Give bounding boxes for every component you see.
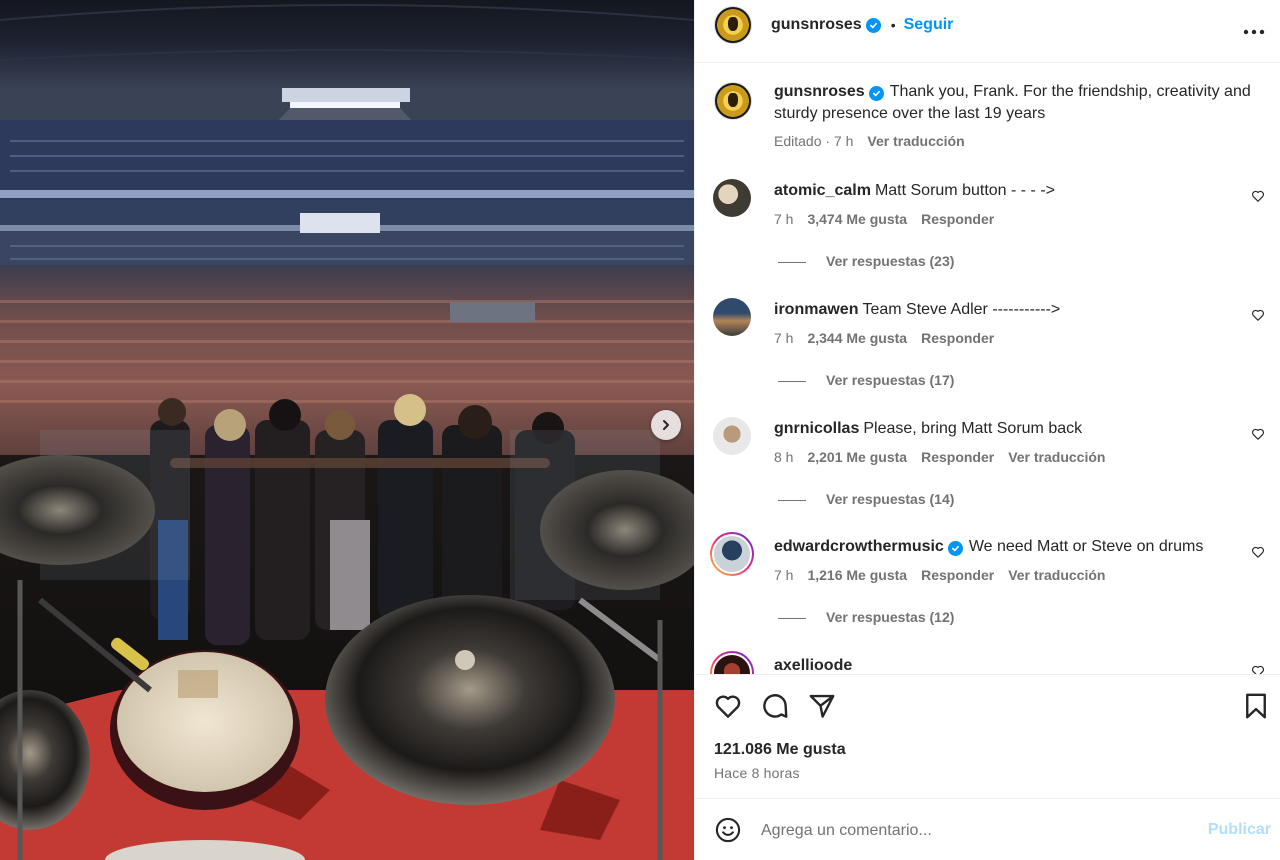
post-header: gunsnroses • Seguir — [695, 0, 1280, 63]
comment-meta: 7 h 3,474 Me gusta Responder — [774, 211, 1008, 227]
comment-meta: 7 h 1,216 Me gusta Responder Ver traducción — [774, 567, 1119, 583]
comment-item: axellioode — [710, 651, 1264, 674]
commenter-avatar[interactable] — [713, 179, 751, 217]
follow-separator: • — [890, 17, 896, 33]
reply-button[interactable]: Responder — [921, 330, 994, 346]
post-timestamp: Hace 8 horas — [714, 765, 800, 781]
caption-edited-time: Editado · 7 h — [774, 133, 854, 149]
reply-button[interactable]: Responder — [921, 567, 994, 583]
commenter-avatar[interactable] — [713, 417, 751, 455]
heart-small-icon — [1251, 665, 1265, 674]
reply-button[interactable]: Responder — [921, 449, 994, 465]
comment-item: ironmawen Team Steve Adler -----------> 7… — [713, 298, 1264, 398]
reply-button[interactable]: Responder — [921, 211, 994, 227]
comment-like-button[interactable] — [1251, 545, 1267, 561]
comments-list[interactable]: gunsnroses Thank you, Frank. For the frie… — [695, 64, 1280, 674]
comment-text: Matt Sorum button - - - -> — [874, 182, 1055, 199]
share-button[interactable] — [807, 691, 837, 721]
concert-photo — [0, 0, 694, 860]
comment-item: edwardcrowthermusic We need Matt or Steve… — [710, 532, 1264, 635]
more-options-button[interactable] — [1241, 18, 1267, 44]
commenter-avatar[interactable] — [713, 298, 751, 336]
post-photo[interactable] — [0, 0, 694, 860]
comment-icon — [760, 694, 790, 725]
view-replies-button[interactable]: Ver respuestas (23) — [778, 253, 954, 269]
commenter-avatar-story-ring[interactable] — [710, 532, 754, 576]
comment-time: 7 h — [774, 211, 794, 227]
comment-likes[interactable]: 2,344 Me gusta — [807, 330, 907, 346]
chevron-right-icon — [660, 419, 672, 431]
comment-username[interactable]: edwardcrowthermusic — [774, 538, 944, 555]
comment-text: We need Matt or Steve on drums — [968, 538, 1204, 555]
see-translation-link[interactable]: Ver traducción — [867, 133, 964, 149]
comment-text: Please, bring Matt Sorum back — [863, 420, 1083, 437]
comment-button[interactable] — [760, 691, 790, 721]
view-replies-button[interactable]: Ver respuestas (17) — [778, 372, 954, 388]
heart-small-icon — [1251, 190, 1265, 207]
verified-badge-icon — [947, 541, 963, 556]
comment-meta: 7 h 2,344 Me gusta Responder — [774, 330, 1008, 346]
publish-button[interactable]: Publicar — [1208, 821, 1271, 839]
caption-item: gunsnroses Thank you, Frank. For the frie… — [713, 81, 1263, 161]
commenter-avatar — [712, 653, 752, 674]
comment-like-button[interactable] — [1251, 189, 1267, 205]
view-replies-button[interactable]: Ver respuestas (12) — [778, 609, 954, 625]
comment-text: Team Steve Adler -----------> — [862, 301, 1061, 318]
comment-item: atomic_calm Matt Sorum button - - - -> 7 … — [713, 179, 1264, 279]
comment-body: atomic_calm Matt Sorum button - - - -> — [774, 180, 1254, 202]
like-button[interactable] — [713, 691, 743, 721]
follow-button[interactable]: Seguir — [904, 16, 954, 34]
comment-username[interactable]: ironmawen — [774, 301, 858, 318]
comment-time: 8 h — [774, 449, 794, 465]
caption-meta: Editado · 7 h Ver traducción — [774, 133, 979, 149]
comment-like-button[interactable] — [1251, 664, 1267, 674]
heart-small-icon — [1251, 428, 1265, 445]
comment-username[interactable]: gnrnicollas — [774, 420, 859, 437]
comment-username[interactable]: axellioode — [774, 657, 852, 674]
emoji-icon — [714, 817, 742, 848]
comment-time: 7 h — [774, 330, 794, 346]
comment-body: edwardcrowthermusic We need Matt or Steve… — [774, 536, 1254, 558]
comment-likes[interactable]: 2,201 Me gusta — [807, 449, 907, 465]
comment-time: 7 h — [774, 567, 794, 583]
comment-body: axellioode — [774, 655, 1254, 674]
more-horizontal-icon — [1243, 22, 1265, 40]
caption-body: gunsnroses Thank you, Frank. For the frie… — [774, 81, 1254, 125]
post-actions: 121.086 Me gusta Hace 8 horas — [695, 674, 1280, 798]
see-translation-link[interactable]: Ver traducción — [1008, 567, 1105, 583]
heart-small-icon — [1251, 309, 1265, 326]
bookmark-icon — [1241, 693, 1271, 725]
post-side-panel: gunsnroses • Seguir gunsnroses Thank you,… — [694, 0, 1280, 860]
comment-input[interactable] — [761, 816, 1181, 846]
comment-like-button[interactable] — [1251, 427, 1267, 443]
commenter-avatar — [712, 534, 752, 574]
comment-like-button[interactable] — [1251, 308, 1267, 324]
author-avatar[interactable] — [714, 6, 752, 44]
comment-body: gnrnicollas Please, bring Matt Sorum back — [774, 418, 1254, 440]
comment-likes[interactable]: 1,216 Me gusta — [807, 567, 907, 583]
heart-icon — [713, 695, 743, 725]
heart-small-icon — [1251, 546, 1265, 563]
save-button[interactable] — [1241, 691, 1271, 721]
view-replies-button[interactable]: Ver respuestas (14) — [778, 491, 954, 507]
comment-username[interactable]: atomic_calm — [774, 182, 871, 199]
comment-likes[interactable]: 3,474 Me gusta — [807, 211, 907, 227]
send-icon — [807, 694, 837, 725]
author-username[interactable]: gunsnroses — [771, 16, 862, 34]
comment-item: gnrnicollas Please, bring Matt Sorum back… — [713, 417, 1264, 517]
comment-body: ironmawen Team Steve Adler -----------> — [774, 299, 1254, 321]
verified-badge-icon — [865, 17, 881, 33]
emoji-button[interactable] — [714, 816, 744, 846]
next-photo-button[interactable] — [651, 410, 681, 440]
likes-count[interactable]: 121.086 Me gusta — [714, 741, 846, 759]
see-translation-link[interactable]: Ver traducción — [1008, 449, 1105, 465]
verified-badge-icon — [868, 86, 884, 101]
comment-meta: 8 h 2,201 Me gusta Responder Ver traducción — [774, 449, 1119, 465]
caption-username[interactable]: gunsnroses — [774, 83, 865, 100]
commenter-avatar-story-ring[interactable] — [710, 651, 754, 674]
comment-composer: Publicar — [695, 798, 1280, 860]
caption-author-avatar[interactable] — [714, 82, 752, 120]
